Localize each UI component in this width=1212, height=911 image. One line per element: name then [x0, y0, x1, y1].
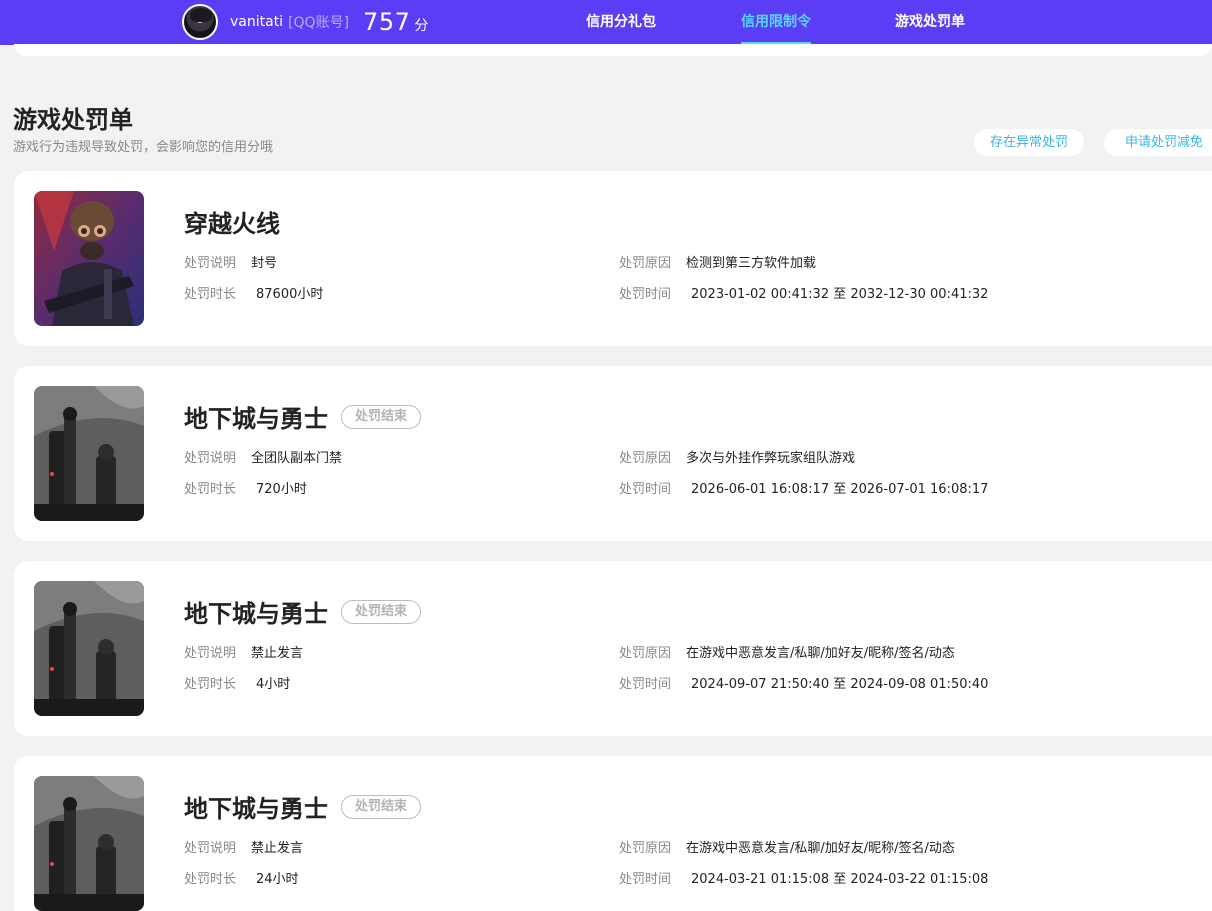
penalty-time-label: 处罚时间 — [619, 677, 672, 692]
penalty-time: 处罚时间 2024-09-07 21:50:40 至 2024-09-08 01… — [619, 673, 988, 692]
apply-penalty-reduction-button[interactable]: 申请处罚减免 — [1104, 129, 1212, 156]
penalty-desc: 处罚说明 全团队副本门禁 — [184, 447, 342, 466]
status-badge: 处罚结束 — [341, 404, 422, 429]
page: vanitati [QQ账号] 757 分 信用分礼包 信用限制令 游戏处罚单 … — [0, 0, 1212, 911]
cf-soldier-icon — [34, 191, 144, 326]
penalty-desc-value: 禁止发言 — [251, 841, 304, 856]
username: vanitati — [230, 14, 284, 30]
game-name: 地下城与勇士 处罚结束 — [184, 789, 422, 824]
penalty-duration-value: 4小时 — [256, 677, 291, 692]
penalty-desc-value: 禁止发言 — [251, 646, 304, 661]
abnormal-penalty-button[interactable]: 存在异常处罚 — [974, 129, 1084, 156]
penalty-desc-value: 全团队副本门禁 — [251, 451, 343, 466]
penalty-reason-value: 检测到第三方软件加载 — [686, 256, 817, 271]
game-name: 地下城与勇士 处罚结束 — [184, 399, 422, 434]
penalty-reason-value: 在游戏中恶意发言/私聊/加好友/昵称/签名/动态 — [686, 841, 955, 856]
penalty-reason-label: 处罚原因 — [619, 451, 672, 466]
penalty-desc-value: 封号 — [251, 256, 278, 271]
penalty-duration-label: 处罚时长 — [184, 677, 237, 692]
penalty-reason: 处罚原因 检测到第三方软件加载 — [619, 252, 816, 271]
penalty-reason-value: 多次与外挂作弊玩家组队游戏 — [686, 451, 856, 466]
penalty-duration-label: 处罚时长 — [184, 872, 237, 887]
penalty-time-value: 2024-09-07 21:50:40 至 2024-09-08 01:50:4… — [691, 677, 989, 692]
penalty-duration-label: 处罚时长 — [184, 287, 237, 302]
penalty-duration: 处罚时长 720小时 — [184, 478, 307, 497]
status-badge: 处罚结束 — [341, 794, 422, 819]
nav-tab-game-penalty[interactable]: 游戏处罚单 — [895, 0, 965, 45]
penalty-desc: 处罚说明 禁止发言 — [184, 837, 303, 856]
game-name-text: 地下城与勇士 — [184, 795, 328, 823]
section-title: 游戏处罚单 — [13, 106, 133, 134]
penalty-reason-label: 处罚原因 — [619, 256, 672, 271]
penalty-reason-value: 在游戏中恶意发言/私聊/加好友/昵称/签名/动态 — [686, 646, 955, 661]
penalty-card: 穿越火线 处罚说明 封号 处罚时长 87600小时 处罚原因 检测到第三方软件加… — [14, 171, 1212, 346]
penalty-reason: 处罚原因 在游戏中恶意发言/私聊/加好友/昵称/签名/动态 — [619, 642, 955, 661]
penalty-time: 处罚时间 2023-01-02 00:41:32 至 2032-12-30 00… — [619, 283, 988, 302]
penalty-duration-value: 24小时 — [256, 872, 299, 887]
penalty-card: 地下城与勇士 处罚结束 处罚说明 禁止发言 处罚时长 4小时 处罚原因 在游戏中… — [14, 561, 1212, 736]
penalty-desc: 处罚说明 禁止发言 — [184, 642, 303, 661]
nav-tab-credit-restriction[interactable]: 信用限制令 — [741, 0, 811, 45]
penalty-time: 处罚时间 2024-03-21 01:15:08 至 2024-03-22 01… — [619, 868, 988, 887]
penalty-time-label: 处罚时间 — [619, 872, 672, 887]
section-subtitle: 游戏行为违规导致处罚，会影响您的信用分哦 — [13, 140, 274, 155]
penalty-desc: 处罚说明 封号 — [184, 252, 277, 271]
dnf-greyscale-icon — [34, 776, 144, 911]
game-name-text: 地下城与勇士 — [184, 600, 328, 628]
dnf-greyscale-icon — [34, 386, 144, 521]
penalty-time-label: 处罚时间 — [619, 287, 672, 302]
nav-tab-credit-gift[interactable]: 信用分礼包 — [586, 0, 656, 45]
credit-score: 757 — [363, 8, 411, 36]
previous-card-remnant — [14, 44, 1212, 56]
game-name-text: 地下城与勇士 — [184, 405, 328, 433]
penalty-time: 处罚时间 2026-06-01 16:08:17 至 2026-07-01 16… — [619, 478, 988, 497]
penalty-duration-value: 87600小时 — [256, 287, 324, 302]
game-name: 穿越火线 — [184, 204, 280, 239]
status-badge: 处罚结束 — [341, 599, 422, 624]
penalty-reason-label: 处罚原因 — [619, 646, 672, 661]
penalty-duration-label: 处罚时长 — [184, 482, 237, 497]
penalty-duration: 处罚时长 87600小时 — [184, 283, 323, 302]
game-name-text: 穿越火线 — [184, 210, 280, 238]
game-name: 地下城与勇士 处罚结束 — [184, 594, 422, 629]
penalty-duration: 处罚时长 4小时 — [184, 673, 290, 692]
penalty-desc-label: 处罚说明 — [184, 646, 237, 661]
penalty-time-label: 处罚时间 — [619, 482, 672, 497]
penalty-time-value: 2023-01-02 00:41:32 至 2032-12-30 00:41:3… — [691, 287, 989, 302]
penalty-desc-label: 处罚说明 — [184, 451, 237, 466]
penalty-time-value: 2026-06-01 16:08:17 至 2026-07-01 16:08:1… — [691, 482, 989, 497]
penalty-reason: 处罚原因 在游戏中恶意发言/私聊/加好友/昵称/签名/动态 — [619, 837, 955, 856]
penalty-duration: 处罚时长 24小时 — [184, 868, 299, 887]
account-type: [QQ账号] — [288, 15, 350, 31]
dnf-greyscale-icon — [34, 581, 144, 716]
penalty-card: 地下城与勇士 处罚结束 处罚说明 全团队副本门禁 处罚时长 720小时 处罚原因… — [14, 366, 1212, 541]
user-info: vanitati [QQ账号] 757 分 — [182, 4, 428, 40]
penalty-duration-value: 720小时 — [256, 482, 307, 497]
penalty-desc-label: 处罚说明 — [184, 256, 237, 271]
penalty-card: 地下城与勇士 处罚结束 处罚说明 禁止发言 处罚时长 24小时 处罚原因 在游戏… — [14, 756, 1212, 911]
penalty-reason-label: 处罚原因 — [619, 841, 672, 856]
penalty-desc-label: 处罚说明 — [184, 841, 237, 856]
credit-score-unit: 分 — [414, 17, 429, 34]
penalty-reason: 处罚原因 多次与外挂作弊玩家组队游戏 — [619, 447, 855, 466]
top-nav-bar: vanitati [QQ账号] 757 分 信用分礼包 信用限制令 游戏处罚单 — [0, 0, 1212, 45]
penalty-time-value: 2024-03-21 01:15:08 至 2024-03-22 01:15:0… — [691, 872, 989, 887]
avatar[interactable] — [182, 4, 218, 40]
